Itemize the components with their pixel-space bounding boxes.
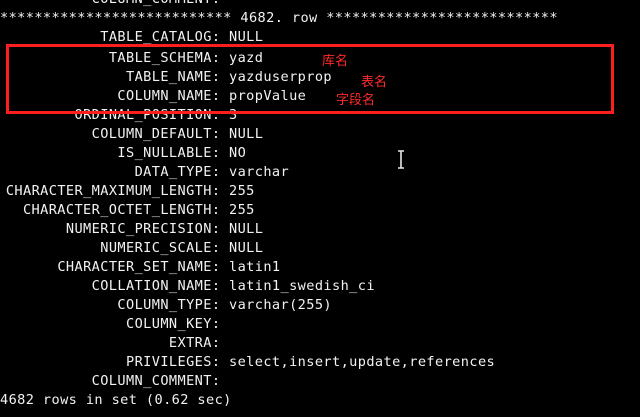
row-label: CHARACTER_OCTET_LENGTH: xyxy=(22,202,229,218)
row-label: CHARACTER_SET_NAME: xyxy=(57,259,229,275)
table-row: DATA_TYPE: varchar xyxy=(0,163,289,182)
row-label: DATA_TYPE: xyxy=(134,164,229,180)
table-row: NUMERIC_SCALE: NULL xyxy=(0,239,263,258)
row-value: NO xyxy=(229,145,247,161)
partial-top-line: COLUMN_COMMENT: xyxy=(0,0,229,9)
row-label: NUMERIC_PRECISION: xyxy=(65,221,229,237)
row-separator: *************************** 4682. row **… xyxy=(0,10,558,26)
table-row: CHARACTER_OCTET_LENGTH: 255 xyxy=(0,201,255,220)
row-label: COLUMN_DEFAULT: xyxy=(91,126,229,142)
result-summary: 4682 rows in set (0.62 sec) xyxy=(0,392,232,408)
table-row: CHARACTER_SET_NAME: latin1 xyxy=(0,258,281,277)
row-label: COLUMN_KEY: xyxy=(125,316,229,332)
table-row: EXTRA: xyxy=(0,334,229,353)
row-label: CHARACTER_MAXIMUM_LENGTH: xyxy=(5,183,229,199)
row-value: varchar xyxy=(229,164,290,180)
table-row: COLLATION_NAME: latin1_swedish_ci xyxy=(0,277,375,296)
row-value: select,insert,update,references xyxy=(229,354,496,370)
row-value: varchar(255) xyxy=(229,297,333,313)
row-value: latin1_swedish_ci xyxy=(229,278,375,294)
row-value: NULL xyxy=(229,126,264,142)
table-row: COLUMN_KEY: xyxy=(0,315,229,334)
row-label: COLUMN_TYPE: xyxy=(117,297,229,313)
row-label: EXTRA: xyxy=(168,335,229,351)
row-value: NULL xyxy=(229,240,264,256)
row-value: 255 xyxy=(229,202,255,218)
table-row: PRIVILEGES: select,insert,update,referen… xyxy=(0,353,495,372)
table-row: NUMERIC_PRECISION: NULL xyxy=(0,220,263,239)
table-row: COLUMN_COMMENT: xyxy=(0,372,229,391)
row-label: COLUMN_COMMENT: xyxy=(0,0,229,9)
row-label: COLLATION_NAME: xyxy=(91,278,229,294)
row-label: IS_NULLABLE: xyxy=(117,145,229,161)
table-row: CHARACTER_MAXIMUM_LENGTH: 255 xyxy=(0,182,255,201)
table-row: IS_NULLABLE: NO xyxy=(0,144,246,163)
row-label: NUMERIC_SCALE: xyxy=(100,240,229,256)
row-label: COLUMN_COMMENT: xyxy=(91,373,229,389)
row-value: 255 xyxy=(229,183,255,199)
annotation-column-label: 字段名 xyxy=(336,93,376,108)
text-ibeam-icon xyxy=(398,150,404,169)
row-label: PRIVILEGES: xyxy=(125,354,229,370)
annotation-schema-label: 库名 xyxy=(322,54,349,69)
terminal-window[interactable]: COLUMN_COMMENT: ************************… xyxy=(0,0,640,417)
row-value: latin1 xyxy=(229,259,281,275)
row-value: NULL xyxy=(229,221,264,237)
table-row: COLUMN_DEFAULT: NULL xyxy=(0,125,263,144)
highlight-box xyxy=(6,44,614,114)
table-row: COLUMN_TYPE: varchar(255) xyxy=(0,296,332,315)
annotation-table-label: 表名 xyxy=(361,75,388,90)
